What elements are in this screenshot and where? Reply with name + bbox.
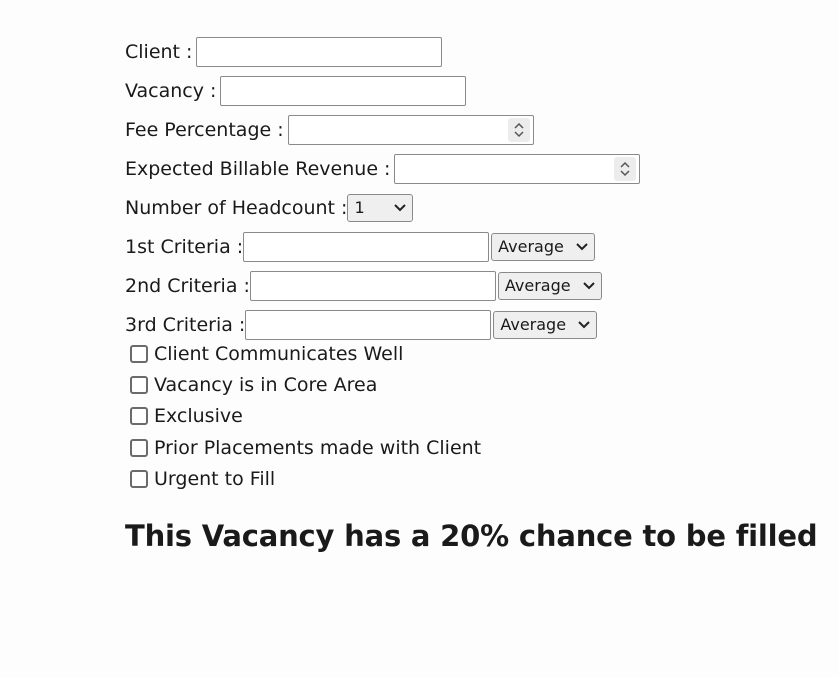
- criteria-row-2: 2nd Criteria : Average: [125, 266, 640, 305]
- fee-percentage-input[interactable]: [287, 114, 534, 145]
- checkbox-row[interactable]: Urgent to Fill: [128, 464, 481, 495]
- criteria-row-1: 1st Criteria : Average: [125, 227, 640, 266]
- billable-revenue-field: [394, 153, 641, 184]
- chevron-down-icon: [578, 320, 591, 329]
- vacancy-row: Vacancy :: [125, 71, 640, 110]
- checkbox-row[interactable]: Prior Placements made with Client: [128, 432, 481, 463]
- core-area-checkbox[interactable]: [130, 376, 148, 395]
- client-label: Client :: [125, 40, 193, 63]
- headcount-value: 1: [354, 198, 365, 217]
- checkbox-row[interactable]: Exclusive: [128, 401, 481, 432]
- client-input[interactable]: [196, 36, 443, 67]
- criteria-rating-value-3: Average: [500, 315, 567, 334]
- billable-revenue-row: Expected Billable Revenue :: [125, 149, 641, 188]
- criteria-label-3: 3rd Criteria :: [125, 313, 246, 336]
- fee-percentage-label: Fee Percentage :: [125, 118, 284, 141]
- criteria-input-3[interactable]: [245, 309, 492, 340]
- billable-revenue-input[interactable]: [394, 153, 641, 184]
- headcount-select[interactable]: 1: [347, 193, 414, 222]
- criteria-rating-value-1: Average: [498, 237, 564, 256]
- exclusive-checkbox[interactable]: [130, 407, 148, 426]
- headcount-row: Number of Headcount : 1: [125, 188, 640, 227]
- checkbox-label: Urgent to Fill: [154, 468, 276, 491]
- criteria-rating-select-3[interactable]: Average: [493, 310, 598, 339]
- chevron-down-icon: [583, 281, 595, 290]
- headcount-label: Number of Headcount :: [125, 196, 348, 219]
- urgent-checkbox[interactable]: [130, 470, 148, 489]
- criteria-input-2[interactable]: [249, 270, 496, 301]
- spinner-arrows-icon[interactable]: [507, 117, 530, 142]
- checkbox-label: Prior Placements made with Client: [154, 436, 482, 459]
- client-communicates-checkbox[interactable]: [130, 344, 148, 363]
- prior-placements-checkbox[interactable]: [130, 438, 148, 457]
- fee-percentage-row: Fee Percentage :: [125, 110, 640, 149]
- checkbox-label: Vacancy is in Core Area: [154, 374, 378, 397]
- criteria-rating-select-2[interactable]: Average: [497, 271, 602, 300]
- vacancy-form: Client : Vacancy : Fee Percentage : Expe…: [125, 32, 641, 344]
- fill-chance-result: This Vacancy has a 20% chance to be fill…: [125, 519, 818, 553]
- client-row: Client :: [125, 32, 640, 71]
- vacancy-input[interactable]: [220, 75, 467, 106]
- vacancy-label: Vacancy :: [125, 79, 217, 102]
- vacancy-checkboxes: Client Communicates Well Vacancy is in C…: [128, 338, 481, 495]
- chevron-down-icon: [394, 203, 407, 212]
- spinner-arrows-icon[interactable]: [614, 156, 637, 181]
- checkbox-label: Client Communicates Well: [154, 342, 404, 365]
- criteria-rating-value-2: Average: [504, 276, 571, 295]
- checkbox-row[interactable]: Vacancy is in Core Area: [128, 369, 481, 400]
- fee-percentage-field: [287, 114, 534, 145]
- criteria-label-2: 2nd Criteria :: [125, 274, 250, 297]
- criteria-rating-select-1[interactable]: Average: [491, 232, 596, 261]
- criteria-label-1: 1st Criteria :: [125, 235, 244, 258]
- chevron-down-icon: [576, 242, 588, 251]
- criteria-input-1[interactable]: [243, 231, 490, 262]
- billable-revenue-label: Expected Billable Revenue :: [125, 157, 391, 180]
- checkbox-label: Exclusive: [154, 405, 243, 428]
- checkbox-row[interactable]: Client Communicates Well: [128, 338, 481, 369]
